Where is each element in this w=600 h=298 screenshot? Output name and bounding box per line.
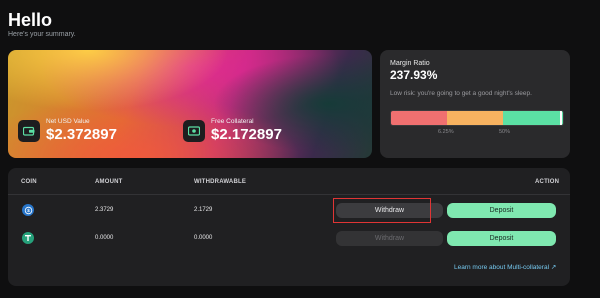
wallet-icon	[18, 119, 40, 142]
tick-high-label: 50%	[499, 129, 511, 135]
net-usd-value: $2.372897	[46, 126, 117, 143]
margin-ratio-marker	[560, 111, 562, 125]
deposit-button[interactable]: Deposit	[447, 231, 556, 246]
collateral-icon	[183, 119, 205, 142]
free-collateral-label: Free Collateral	[211, 118, 254, 125]
column-header-amount: AMOUNT	[95, 179, 123, 185]
bar-segment-low-risk	[503, 111, 563, 125]
page-subtitle: Here's your summary.	[8, 31, 76, 38]
column-header-coin: COIN	[21, 179, 37, 185]
net-usd-stat: Net USD Value $2.372897	[18, 118, 117, 143]
selection-highlight-box	[333, 198, 431, 223]
learn-more-multi-collateral-link[interactable]: Learn more about Multi-collateral ↗	[454, 263, 556, 271]
column-header-action: ACTION	[535, 179, 560, 185]
free-collateral-stat: Free Collateral $2.172897	[183, 118, 282, 143]
row-withdrawable: 2.1729	[194, 207, 213, 213]
margin-risk-description: Low risk: you're going to get a good nig…	[390, 90, 532, 97]
margin-ratio-card: Margin Ratio 237.93% Low risk: you're go…	[380, 50, 570, 158]
header-divider	[8, 194, 570, 195]
svg-text:$: $	[27, 208, 30, 213]
page-title: Hello	[8, 10, 53, 30]
summary-hero-card: Net USD Value $2.372897 Free Collateral …	[8, 50, 372, 158]
usdt-icon	[22, 232, 34, 244]
column-header-withdrawable: WITHDRAWABLE	[194, 179, 247, 185]
margin-ratio-bar	[390, 110, 564, 126]
page-header: Hello Here's your summary.	[8, 10, 76, 38]
usdc-icon: $	[22, 204, 34, 216]
deposit-button[interactable]: Deposit	[447, 203, 556, 218]
withdraw-button-disabled[interactable]: Withdraw	[336, 231, 443, 246]
tick-low-label: 6.25%	[438, 129, 454, 135]
bar-segment-medium-risk	[447, 111, 503, 125]
free-collateral-value: $2.172897	[211, 126, 282, 143]
row-withdrawable: 0.0000	[194, 235, 213, 241]
row-amount: 2.3729	[95, 207, 114, 213]
row-amount: 0.0000	[95, 235, 114, 241]
margin-ratio-label: Margin Ratio	[390, 60, 430, 67]
margin-bar-ticks: 6.25% 50%	[390, 129, 560, 139]
bar-segment-high-risk	[391, 111, 447, 125]
net-usd-label: Net USD Value	[46, 118, 90, 125]
margin-ratio-value: 237.93%	[390, 68, 438, 82]
collateral-table: COIN AMOUNT WITHDRAWABLE ACTION $ 2.3729…	[8, 168, 570, 286]
